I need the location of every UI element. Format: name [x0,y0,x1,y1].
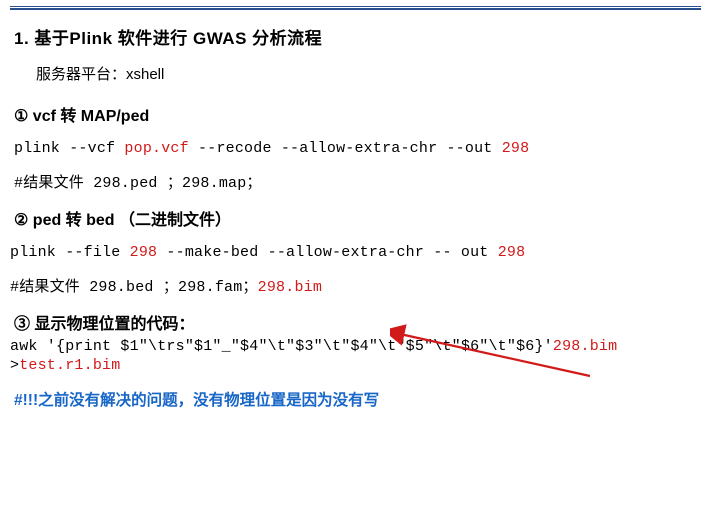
out-file: test.r1.bim [19,357,120,374]
doc-title: 1. 基于Plink 软件进行 GWAS 分析流程 [14,24,697,49]
cmd-text: --make-bed --allow-extra-chr -- out [157,244,497,261]
cmd-arg: 298 [502,140,530,157]
doc-subtitle: 服务器平台：xshell [36,63,697,84]
cmd-text: awk '{print $1"\trs"$1"_"$4"\t"$3"\t"$4"… [10,338,553,355]
result-highlight: 298.bim [258,279,322,296]
cmd-text: plink --vcf [14,140,124,157]
step3-output: >test.r1.bim [10,357,697,374]
step2-command: plink --file 298 --make-bed --allow-extr… [10,244,697,261]
out-prefix: > [10,357,19,374]
step1-heading: ① vcf 转 MAP/ped [14,102,697,126]
step2-result: #结果文件 298.bed ；298.fam；298.bim [10,275,697,296]
document-body: 1. 基于Plink 软件进行 GWAS 分析流程 服务器平台：xshell ①… [0,24,711,410]
top-rule [10,6,701,10]
result-text: #结果文件 298.bed ；298.fam； [10,279,258,296]
cmd-arg: 298 [130,244,158,261]
step1-result: #结果文件 298.ped ；298.map； [14,171,697,192]
cmd-text: --recode --allow-extra-chr --out [189,140,502,157]
cmd-arg: pop.vcf [124,140,188,157]
cmd-arg: 298.bim [553,338,617,355]
step2-heading: ② ped 转 bed （二进制文件） [14,206,697,230]
step3-heading: ③ 显示物理位置的代码： [14,310,697,334]
warning-note: #!!!之前没有解决的问题，没有物理位置是因为没有写 [14,388,697,410]
cmd-arg: 298 [498,244,526,261]
cmd-text: plink --file [10,244,130,261]
step3-command: awk '{print $1"\trs"$1"_"$4"\t"$3"\t"$4"… [10,338,697,355]
step1-command: plink --vcf pop.vcf --recode --allow-ext… [14,140,697,157]
